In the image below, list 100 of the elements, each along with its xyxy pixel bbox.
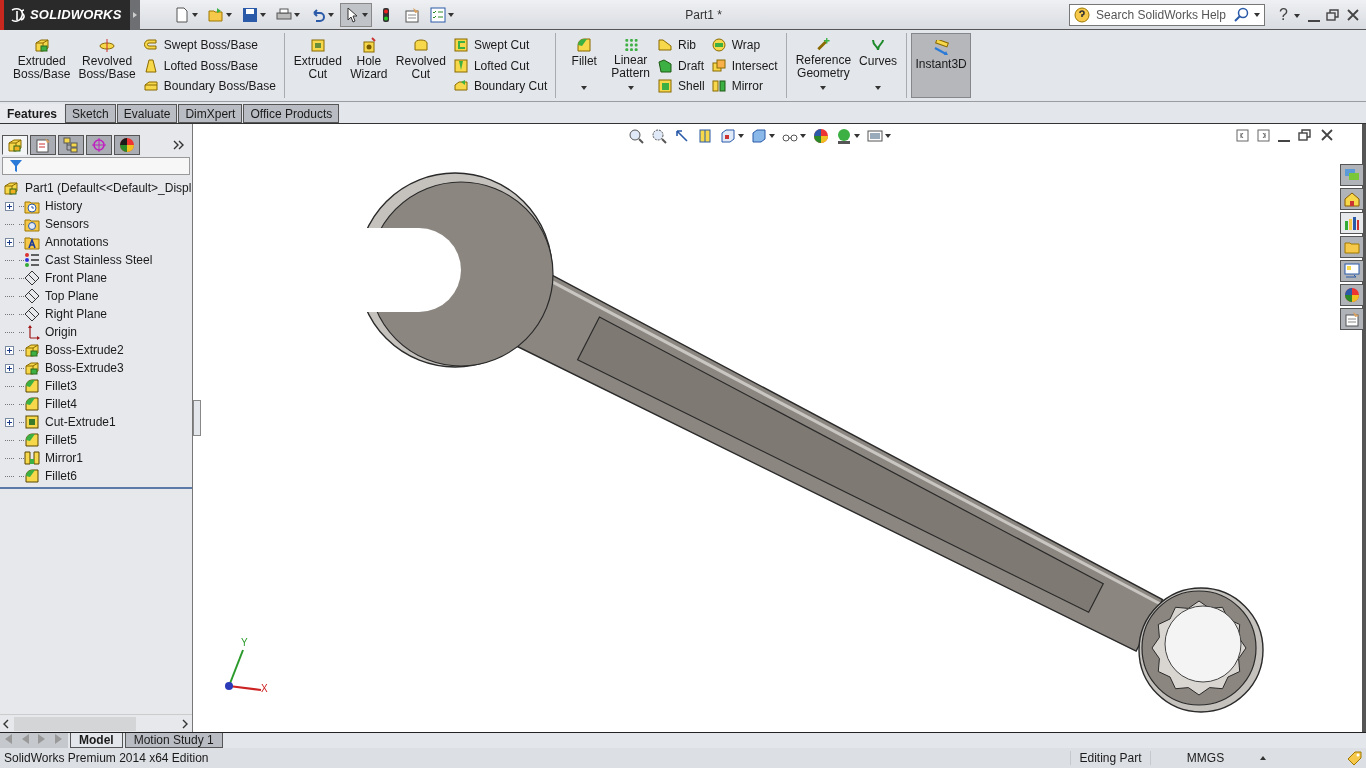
view-tool-button[interactable] — [812, 126, 830, 146]
panel-collapse-handle[interactable] — [193, 400, 201, 436]
wrap-icon — [710, 37, 727, 53]
command-tab[interactable]: Office Products — [243, 104, 340, 123]
ribbon-button[interactable]: Extruded Boss/Base — [10, 33, 74, 98]
tree-item[interactable]: Mirror1 — [24, 450, 83, 466]
model-tab[interactable]: Motion Study 1 — [124, 733, 223, 748]
view-tool-button[interactable] — [750, 126, 776, 146]
command-tab[interactable]: Features — [0, 104, 65, 123]
expand-icon — [5, 201, 14, 211]
caret-icon — [1294, 12, 1300, 19]
menu-expand-button[interactable] — [130, 0, 140, 30]
command-tab[interactable]: Sketch — [65, 104, 116, 123]
view-tool-button[interactable] — [719, 126, 745, 146]
tree-item[interactable]: Front Plane — [24, 270, 108, 286]
ribbon-button[interactable]: Wrap — [710, 35, 778, 55]
view-tool-button[interactable] — [627, 126, 645, 146]
filter-field[interactable] — [2, 157, 190, 175]
tree-item[interactable]: Right Plane — [24, 306, 108, 322]
task-pane-button[interactable] — [1340, 164, 1364, 186]
help-button[interactable]: ? — [1279, 5, 1288, 24]
plane-icon — [24, 306, 40, 322]
arrow-right-icon — [132, 10, 138, 19]
scrollbar-thumb[interactable] — [14, 716, 136, 731]
close-icon — [1346, 7, 1360, 22]
ribbon-button[interactable]: Revolved Cut — [392, 33, 449, 98]
search-field[interactable]: Search SolidWorks Help — [1069, 3, 1266, 26]
manager-tab[interactable] — [58, 135, 84, 155]
caret-icon — [627, 85, 634, 91]
caret-icon — [820, 85, 827, 91]
tree-item[interactable]: Fillet5 — [24, 432, 77, 448]
task-pane-button[interactable] — [1340, 284, 1364, 306]
caret-icon — [226, 11, 232, 18]
manager-tab[interactable] — [30, 135, 56, 155]
caret-icon — [875, 85, 882, 91]
ribbon-button[interactable]: Fillet — [562, 33, 607, 98]
tree-item[interactable]: History — [24, 198, 83, 214]
view-tool-button[interactable] — [650, 126, 668, 146]
ribbon-button[interactable]: Reference Geometry — [792, 33, 855, 98]
ribbon-button[interactable]: Extruded Cut — [290, 33, 345, 98]
ribbon-button[interactable]: Lofted Cut — [452, 55, 548, 76]
tree-item[interactable]: Annotations — [24, 234, 109, 250]
fillet-feature-icon — [24, 432, 40, 448]
command-tab[interactable]: Evaluate — [116, 104, 178, 123]
ribbon-button[interactable]: Draft — [657, 55, 705, 76]
extrude-icon — [33, 37, 50, 53]
shell-icon — [657, 78, 673, 94]
plane-icon — [24, 288, 40, 304]
tag-icon — [1346, 750, 1362, 766]
ribbon-button[interactable]: Swept Boss/Base — [142, 35, 276, 55]
filter-icon — [9, 159, 23, 173]
caret-icon — [260, 11, 266, 18]
ribbon-button[interactable]: Rib — [657, 35, 705, 55]
task-pane-button[interactable] — [1340, 188, 1364, 210]
scene-icon — [836, 128, 852, 144]
tree-item[interactable]: Cast Stainless Steel — [24, 252, 153, 268]
ribbon-button[interactable]: Hole Wizard — [346, 33, 391, 98]
tree-item[interactable]: Boss-Extrude2 — [24, 342, 124, 358]
tree-item[interactable]: Top Plane — [24, 288, 99, 304]
ribbon-button[interactable]: Shell — [657, 76, 705, 96]
lofted-cut-icon — [452, 57, 469, 74]
manager-tab[interactable] — [2, 135, 28, 155]
ruler-arrow-icon — [933, 40, 950, 56]
command-tab[interactable]: DimXpert — [178, 104, 243, 123]
select-button[interactable] — [340, 2, 372, 27]
ribbon-button[interactable]: Linear Pattern — [608, 33, 653, 98]
view-tool-button[interactable] — [835, 126, 861, 146]
manager-tab[interactable] — [114, 135, 140, 155]
task-pane-button[interactable] — [1340, 260, 1364, 282]
caret-icon — [769, 133, 775, 139]
instant3d-button[interactable]: Instant3D — [911, 33, 972, 98]
ribbon-button[interactable]: Lofted Boss/Base — [142, 55, 276, 76]
expand-chevron-icon — [173, 140, 184, 150]
tree-item[interactable]: Fillet3 — [24, 378, 77, 394]
ribbon-button[interactable]: Mirror — [710, 76, 778, 96]
tree-item[interactable]: Sensors — [24, 216, 90, 232]
ribbon-button[interactable]: Swept Cut — [452, 35, 548, 55]
task-pane-button[interactable] — [1340, 212, 1364, 234]
boundary-icon — [142, 78, 159, 94]
tree-item[interactable]: Fillet4 — [24, 396, 77, 412]
scroll-left-icon — [3, 718, 10, 729]
window-title: Part1 * — [684, 7, 723, 22]
tree-item[interactable]: Origin — [24, 324, 77, 340]
ribbon-button[interactable]: Intersect — [710, 55, 778, 76]
ribbon-button[interactable]: Revolved Boss/Base — [75, 33, 139, 98]
units-selector[interactable]: MMGS — [1150, 751, 1260, 765]
draft-icon — [657, 57, 673, 74]
tree-item[interactable]: Part1 (Default<<Default>_Displ — [0, 179, 192, 197]
tree-item[interactable]: Boss-Extrude3 — [24, 360, 124, 376]
task-pane-button[interactable] — [1340, 308, 1364, 330]
view-tool-button[interactable] — [696, 126, 714, 146]
rib-icon — [657, 37, 673, 53]
ribbon-button[interactable]: Boundary Boss/Base — [142, 76, 276, 96]
task-pane-button[interactable] — [1340, 236, 1364, 258]
tree-item[interactable]: Cut-Extrude1 — [24, 414, 116, 430]
ribbon-button[interactable]: Boundary Cut — [452, 76, 548, 96]
tree-item[interactable]: Fillet6 — [24, 468, 77, 484]
model-tab[interactable]: Model — [70, 733, 123, 748]
caret-icon — [854, 133, 860, 139]
ribbon-button[interactable]: Curves — [856, 33, 901, 98]
